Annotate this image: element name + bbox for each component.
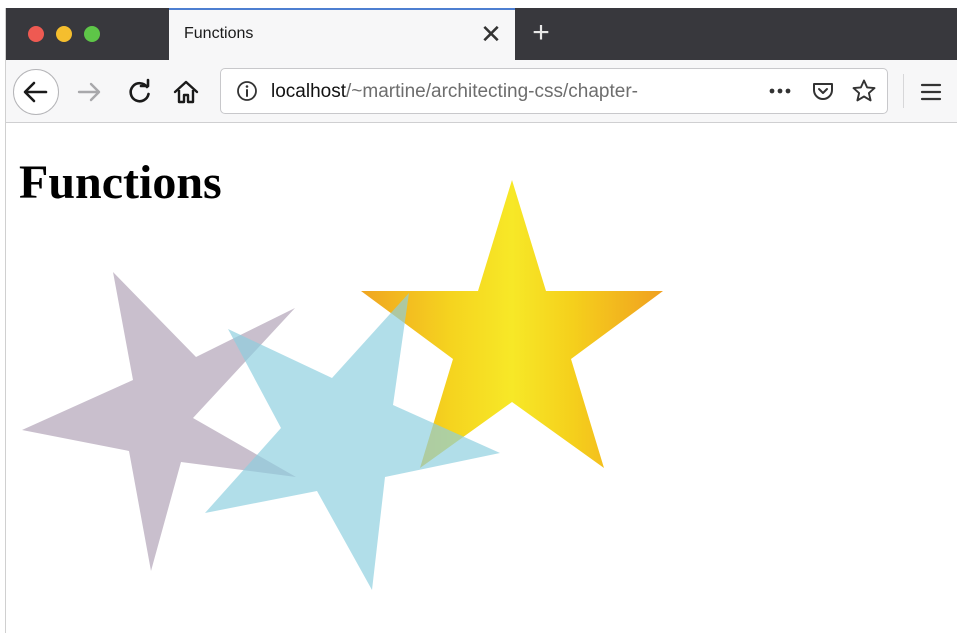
tab-title: Functions (184, 25, 254, 42)
info-icon[interactable] (236, 80, 258, 102)
pocket-icon[interactable] (811, 79, 835, 103)
home-button[interactable] (172, 78, 200, 106)
new-tab-button[interactable]: + (526, 16, 556, 50)
menu-button[interactable] (918, 79, 946, 107)
close-window-button[interactable] (28, 26, 44, 42)
back-arrow-icon (23, 81, 48, 103)
star-bookmark-icon[interactable] (851, 78, 877, 104)
minimize-window-button[interactable] (56, 26, 72, 42)
page-content: Functions (6, 123, 957, 633)
address-bar[interactable]: localhost/~martine/architecting-css/chap… (220, 68, 888, 114)
back-button[interactable] (13, 69, 59, 115)
forward-arrow-icon (77, 82, 101, 102)
reload-icon (129, 78, 150, 103)
hamburger-menu-icon (920, 83, 942, 101)
url-text[interactable]: localhost/~martine/architecting-css/chap… (271, 81, 721, 103)
reload-button[interactable] (126, 78, 154, 106)
tab-bar: Functions ✕ + (6, 8, 957, 60)
tab-close-icon[interactable]: ✕ (479, 20, 503, 48)
url-path: /~martine/architecting-css/chapter- (346, 81, 638, 102)
navigation-toolbar: localhost/~martine/architecting-css/chap… (6, 60, 957, 123)
maximize-window-button[interactable] (84, 26, 100, 42)
mauve-star (22, 272, 296, 571)
url-fade (661, 75, 731, 107)
home-icon (173, 80, 199, 104)
forward-button[interactable] (76, 78, 104, 106)
toolbar-separator (903, 74, 904, 108)
tab-functions[interactable]: Functions ✕ (169, 8, 515, 60)
stars-canvas (22, 180, 663, 590)
more-dots-icon[interactable] (767, 81, 793, 101)
url-host: localhost (271, 81, 346, 102)
browser-window: Functions ✕ + localhost/~martine/archite… (5, 8, 957, 633)
